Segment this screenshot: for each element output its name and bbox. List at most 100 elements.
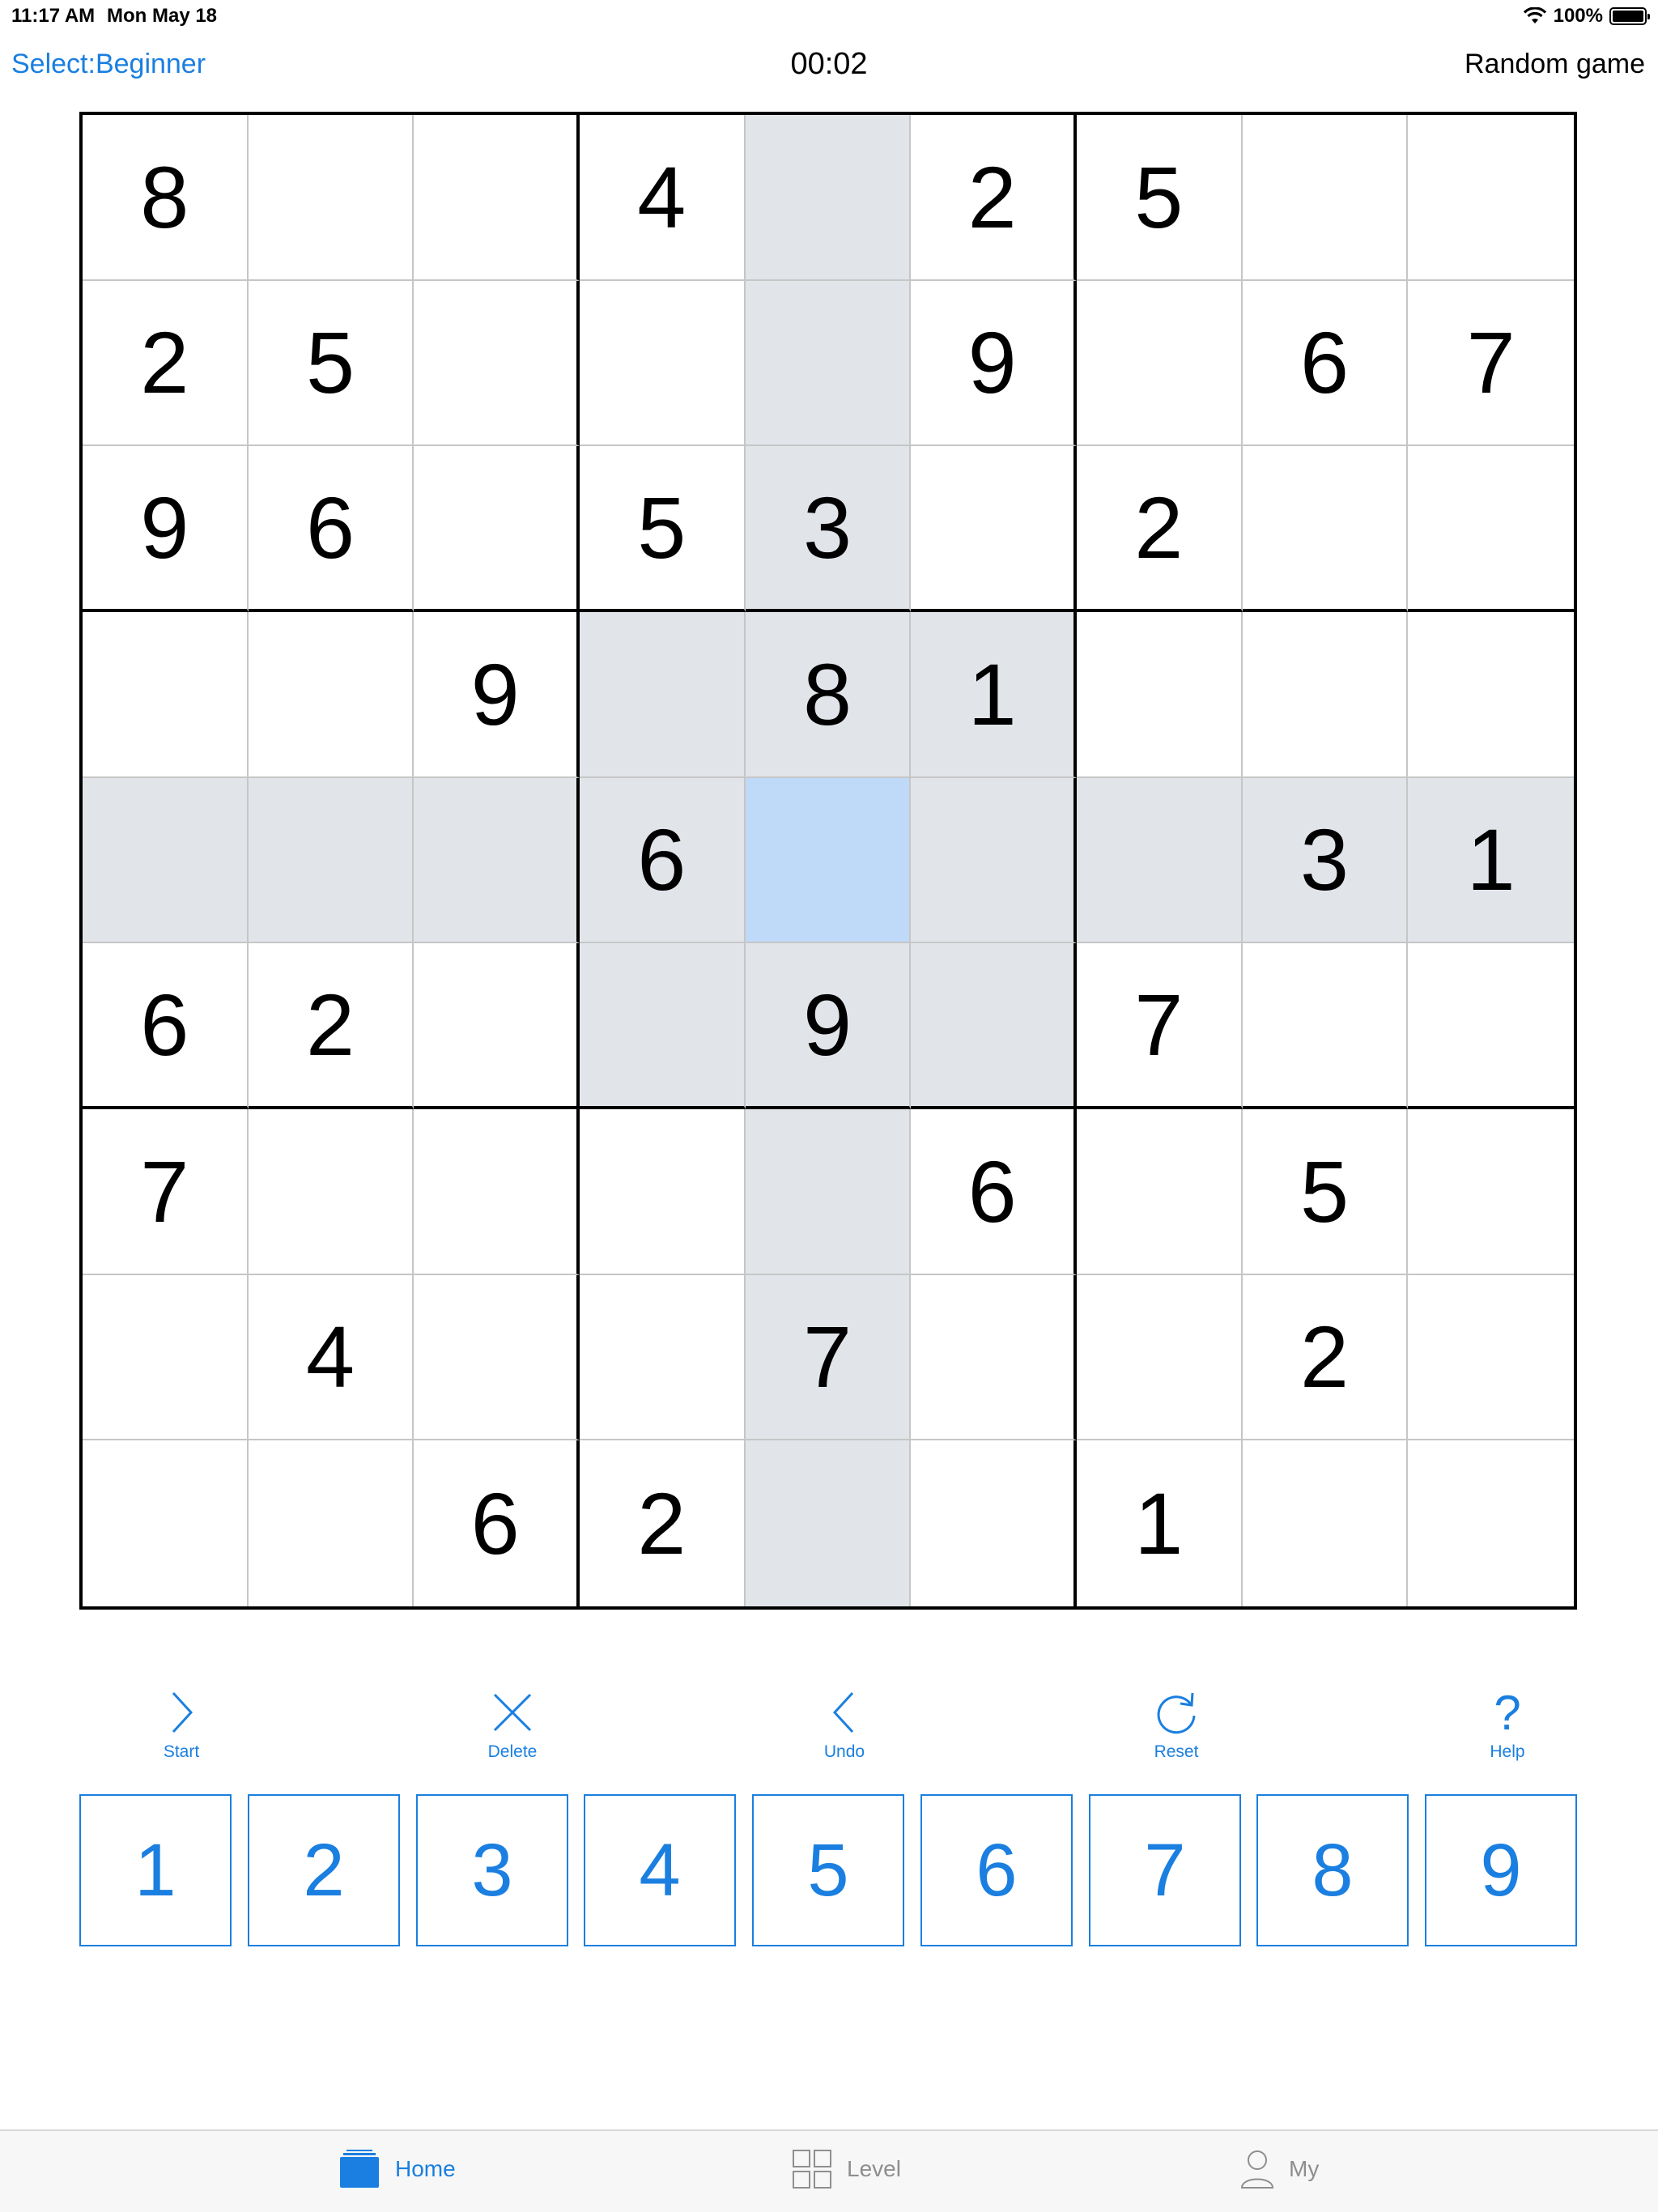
sudoku-cell[interactable] [911, 1440, 1077, 1606]
sudoku-cell[interactable] [248, 115, 414, 281]
number-key-1[interactable]: 1 [79, 1794, 232, 1946]
sudoku-cell[interactable]: 6 [248, 446, 414, 612]
number-key-4[interactable]: 4 [584, 1794, 736, 1946]
sudoku-cell[interactable] [745, 777, 912, 944]
sudoku-cell[interactable] [83, 1440, 249, 1606]
sudoku-cell[interactable] [414, 1109, 580, 1275]
sudoku-cell[interactable]: 2 [1077, 446, 1243, 612]
sudoku-cell[interactable] [1408, 446, 1574, 612]
number-key-3[interactable]: 3 [416, 1794, 568, 1946]
sudoku-cell[interactable] [249, 1440, 414, 1606]
help-button[interactable]: ? Help [1443, 1684, 1572, 1762]
sudoku-cell[interactable]: 2 [248, 943, 414, 1109]
sudoku-cell[interactable] [1408, 1275, 1574, 1441]
sudoku-cell[interactable] [745, 1109, 912, 1275]
tab-level[interactable]: Level [792, 2149, 901, 2189]
sudoku-cell[interactable] [911, 943, 1077, 1109]
sudoku-cell[interactable] [248, 1109, 414, 1275]
sudoku-cell[interactable]: 7 [83, 1109, 249, 1275]
sudoku-cell[interactable] [414, 446, 580, 612]
sudoku-cell[interactable] [83, 612, 249, 778]
sudoku-cell[interactable]: 9 [745, 943, 912, 1109]
sudoku-cell[interactable] [1243, 1440, 1409, 1606]
sudoku-cell[interactable] [1242, 446, 1409, 612]
sudoku-cell[interactable] [83, 777, 249, 944]
sudoku-cell[interactable] [414, 115, 580, 281]
sudoku-cell[interactable]: 8 [83, 115, 249, 281]
sudoku-cell[interactable] [1408, 1440, 1574, 1606]
sudoku-cell[interactable] [580, 1274, 746, 1441]
sudoku-cell[interactable] [1242, 612, 1409, 778]
sudoku-cell[interactable] [1077, 612, 1243, 778]
sudoku-cell[interactable] [745, 115, 912, 281]
undo-button[interactable]: Undo [780, 1684, 909, 1762]
number-key-5[interactable]: 5 [752, 1794, 904, 1946]
sudoku-cell[interactable]: 9 [911, 280, 1077, 447]
sudoku-cell[interactable] [1077, 1109, 1243, 1275]
number-key-8[interactable]: 8 [1256, 1794, 1409, 1946]
sudoku-cell[interactable]: 6 [83, 943, 249, 1109]
sudoku-cell[interactable] [911, 1274, 1077, 1441]
sudoku-cell[interactable] [1408, 943, 1574, 1109]
sudoku-cell[interactable]: 2 [911, 115, 1077, 281]
sudoku-cell[interactable] [1408, 612, 1574, 778]
sudoku-cell[interactable] [911, 446, 1077, 612]
sudoku-cell[interactable] [580, 943, 746, 1109]
sudoku-cell[interactable] [1242, 115, 1409, 281]
sudoku-cell[interactable] [745, 1440, 912, 1606]
sudoku-cell[interactable]: 2 [1242, 1274, 1409, 1441]
sudoku-cell[interactable] [580, 280, 746, 447]
sudoku-cell[interactable]: 1 [1408, 777, 1574, 944]
sudoku-cell[interactable]: 6 [1242, 280, 1409, 447]
number-key-2[interactable]: 2 [248, 1794, 400, 1946]
sudoku-cell[interactable] [248, 777, 414, 944]
sudoku-cell[interactable] [1242, 943, 1409, 1109]
sudoku-cell[interactable]: 1 [911, 612, 1077, 778]
sudoku-cell[interactable]: 9 [414, 612, 580, 778]
sudoku-cell[interactable]: 6 [580, 777, 746, 944]
sudoku-cell[interactable]: 5 [248, 280, 414, 447]
sudoku-cell[interactable]: 4 [248, 1274, 414, 1441]
sudoku-cell[interactable]: 2 [83, 280, 249, 447]
sudoku-cell[interactable] [745, 280, 912, 447]
sudoku-cell[interactable] [1077, 1274, 1243, 1441]
reset-button[interactable]: Reset [1112, 1684, 1241, 1762]
sudoku-cell[interactable] [1077, 280, 1243, 447]
sudoku-cell[interactable] [580, 1109, 746, 1275]
number-key-9[interactable]: 9 [1425, 1794, 1577, 1946]
sudoku-cell[interactable] [1077, 777, 1243, 944]
sudoku-cell[interactable]: 7 [745, 1274, 912, 1441]
sudoku-cell[interactable]: 3 [1242, 777, 1409, 944]
sudoku-cell[interactable]: 9 [83, 446, 249, 612]
sudoku-cell[interactable]: 8 [745, 612, 912, 778]
sudoku-cell[interactable]: 4 [580, 115, 746, 281]
sudoku-cell[interactable]: 5 [1077, 115, 1243, 281]
sudoku-cell[interactable] [83, 1274, 249, 1441]
tab-my[interactable]: My [1240, 2149, 1319, 2189]
sudoku-cell[interactable]: 5 [1242, 1109, 1409, 1275]
sudoku-cell[interactable] [414, 943, 580, 1109]
random-game-button[interactable]: Random game [1465, 49, 1645, 80]
number-key-6[interactable]: 6 [920, 1794, 1073, 1946]
start-button[interactable]: Start [117, 1684, 246, 1762]
sudoku-cell[interactable]: 7 [1077, 943, 1243, 1109]
sudoku-cell[interactable]: 6 [414, 1440, 580, 1606]
tab-home[interactable]: Home [338, 2149, 456, 2189]
sudoku-cell[interactable] [911, 777, 1077, 944]
sudoku-cell[interactable] [414, 777, 580, 944]
sudoku-cell[interactable] [1408, 1109, 1574, 1275]
delete-label: Delete [487, 1742, 538, 1761]
sudoku-cell[interactable] [580, 612, 746, 778]
sudoku-cell[interactable]: 1 [1077, 1440, 1243, 1606]
sudoku-cell[interactable] [248, 612, 414, 778]
sudoku-cell[interactable]: 6 [911, 1109, 1077, 1275]
sudoku-cell[interactable] [414, 1274, 580, 1441]
sudoku-cell[interactable]: 5 [580, 446, 746, 612]
sudoku-cell[interactable]: 7 [1408, 281, 1574, 447]
delete-button[interactable]: Delete [448, 1684, 577, 1762]
number-key-7[interactable]: 7 [1089, 1794, 1241, 1946]
sudoku-cell[interactable]: 2 [580, 1440, 746, 1606]
sudoku-cell[interactable]: 3 [745, 446, 912, 612]
sudoku-cell[interactable] [1408, 115, 1574, 281]
sudoku-cell[interactable] [414, 280, 580, 447]
